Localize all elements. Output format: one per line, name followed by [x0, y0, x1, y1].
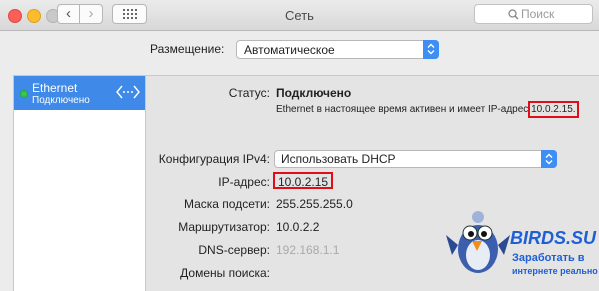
- location-select[interactable]: Автоматическое: [236, 40, 439, 59]
- location-stepper[interactable]: [423, 40, 439, 59]
- status-description: Ethernet в настоящее время активен и име…: [276, 101, 579, 118]
- status-value: Подключено: [276, 86, 352, 100]
- watermark-line2: интернете реально: [512, 266, 598, 276]
- router-label: Маршрутизатор:: [178, 220, 270, 234]
- ip-address-value: 10.0.2.15: [273, 172, 333, 189]
- ip-address-label: IP-адрес:: [218, 175, 270, 189]
- title-bar: ‹ › Сеть: [0, 0, 599, 31]
- watermark-title: BIRDS.SU: [510, 228, 597, 248]
- location-value: Автоматическое: [244, 43, 335, 57]
- dns-server-label: DNS-сервер:: [198, 243, 270, 257]
- status-label: Статус:: [228, 86, 270, 100]
- ethernet-icon: [116, 85, 140, 99]
- subnet-mask-label: Маска подсети:: [183, 197, 270, 211]
- service-list[interactable]: Ethernet Подключено: [13, 75, 146, 291]
- updown-chevron-icon: [427, 43, 435, 55]
- bird-logo: [446, 211, 510, 273]
- ipv4-config-label: Конфигурация IPv4:: [158, 152, 270, 166]
- dns-server-value: 192.168.1.1: [276, 243, 340, 257]
- router-value: 10.0.2.2: [276, 220, 320, 234]
- ipv4-config-select[interactable]: Использовать DHCP: [274, 150, 557, 168]
- service-name: Ethernet: [32, 81, 78, 95]
- ipv4-config-value: Использовать DHCP: [281, 152, 396, 166]
- search-domains-label: Домены поиска:: [180, 266, 270, 280]
- status-description-text: Ethernet в настоящее время активен и име…: [276, 104, 529, 115]
- location-label: Размещение:: [150, 42, 225, 56]
- status-dot-icon: [20, 90, 28, 98]
- search-icon: [508, 9, 519, 20]
- status-description-ip: 10.0.2.15.: [528, 101, 579, 118]
- watermark-line1: Заработать в: [512, 252, 585, 264]
- updown-chevron-icon: [545, 153, 553, 165]
- service-item-ethernet[interactable]: Ethernet Подключено: [14, 76, 145, 110]
- ipv4-config-stepper[interactable]: [541, 150, 557, 168]
- subnet-mask-value: 255.255.255.0: [276, 197, 353, 211]
- service-status: Подключено: [32, 95, 90, 106]
- search-field[interactable]: [474, 4, 593, 24]
- search-input[interactable]: [521, 6, 589, 22]
